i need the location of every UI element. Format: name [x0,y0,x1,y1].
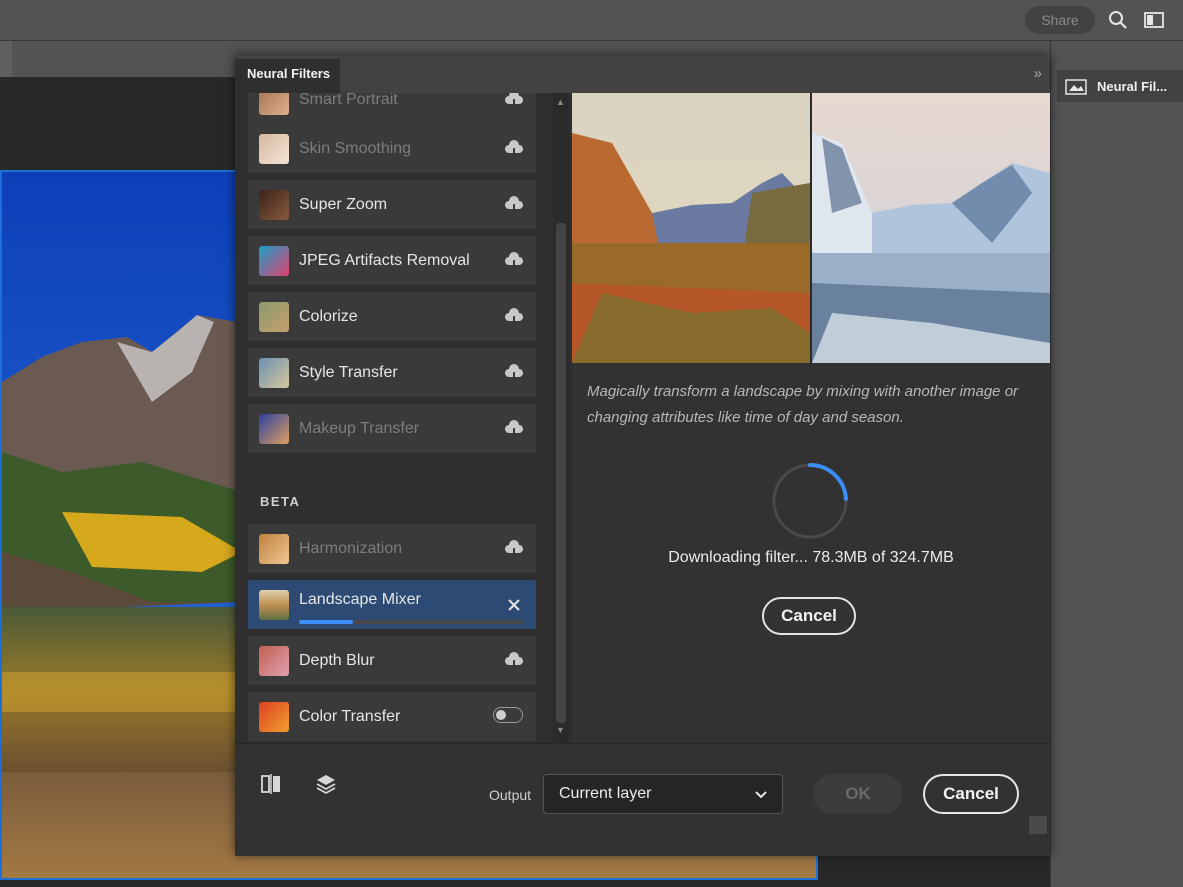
cloud-download-icon[interactable] [504,651,524,671]
loading-spinner-icon [772,463,848,539]
right-panel: Neural Fil... [1050,41,1183,887]
filter-item-color-transfer[interactable]: Color Transfer [248,692,536,741]
filter-item-super-zoom[interactable]: Super Zoom [248,180,536,229]
filter-name: Smart Portrait [299,93,398,108]
filter-name: Color Transfer [299,708,401,725]
makeup-transfer-thumbnail [259,414,289,444]
skin-smoothing-thumbnail [259,134,289,164]
toggle-knob [496,709,506,720]
dialog-header: Neural Filters » [235,55,1050,93]
cloud-download-icon[interactable] [504,93,524,110]
cloud-download-icon[interactable] [504,307,524,327]
harmonization-thumbnail [259,534,289,564]
dialog-footer: Output Current layer OK Cancel [235,743,1050,856]
cloud-download-icon[interactable] [504,539,524,559]
filter-preview-image [572,93,1050,363]
scrollbar-thumb[interactable] [556,223,566,723]
filter-item-style-transfer[interactable]: Style Transfer [248,348,536,397]
chevron-down-icon [755,791,767,799]
smart-portrait-thumbnail [259,93,289,115]
cloud-download-icon[interactable] [504,195,524,215]
filter-item-makeup-transfer[interactable]: Makeup Transfer [248,404,536,453]
neural-filters-panel-tab[interactable]: Neural Fil... [1057,70,1183,102]
filter-name: Style Transfer [299,364,398,381]
jpeg-artifacts-thumbnail [259,246,289,276]
resize-handle[interactable] [1029,816,1047,834]
scroll-down-arrow-icon[interactable]: ▼ [556,725,565,735]
search-icon[interactable] [1108,10,1128,30]
cloud-download-icon[interactable] [504,419,524,439]
app-top-bar: Share [0,0,1183,41]
output-select[interactable]: Current layer [543,774,783,814]
style-transfer-thumbnail [259,358,289,388]
share-button[interactable]: Share [1025,6,1095,34]
filter-item-depth-blur[interactable]: Depth Blur [248,636,536,685]
filter-description: Magically transform a landscape by mixin… [587,383,1019,426]
filter-list-scrollbar[interactable]: ▲ ▼ [553,93,569,743]
filter-name: Landscape Mixer [299,591,421,608]
filter-item-landscape-mixer[interactable]: Landscape Mixer [248,580,536,629]
filter-name: Super Zoom [299,196,388,213]
beta-section-label: BETA [260,494,301,509]
filter-item-harmonization[interactable]: Harmonization [248,524,536,573]
cloud-download-icon[interactable] [504,139,524,159]
cancel-download-button[interactable]: Cancel [762,597,856,635]
filter-item-colorize[interactable]: Colorize [248,292,536,341]
colorize-thumbnail [259,302,289,332]
color-transfer-thumbnail [259,702,289,732]
workspace-icon[interactable] [1144,10,1164,30]
layers-icon[interactable] [314,772,338,796]
close-icon[interactable] [504,595,524,615]
filter-name: JPEG Artifacts Removal [299,252,470,269]
scroll-up-arrow-icon[interactable]: ▲ [556,97,565,107]
download-status-text: Downloading filter... 78.3MB of 324.7MB [668,549,954,566]
filter-item-smart-portrait[interactable]: Smart Portrait [248,93,536,124]
filter-name: Depth Blur [299,652,375,669]
filter-name: Makeup Transfer [299,420,420,437]
filter-item-skin-smoothing[interactable]: Skin Smoothing [248,124,536,173]
neural-filters-dialog: Neural Filters » Smart Portrait Skin Smo… [235,55,1050,856]
depth-blur-thumbnail [259,646,289,676]
filter-name: Skin Smoothing [299,140,412,157]
super-zoom-thumbnail [259,190,289,220]
panel-tab-label: Neural Fil... [1097,78,1168,94]
cloud-download-icon[interactable] [504,251,524,271]
filter-item-jpeg-artifacts-removal[interactable]: JPEG Artifacts Removal [248,236,536,285]
show-original-icon[interactable] [259,772,283,796]
document-tab[interactable] [0,41,12,77]
cancel-button[interactable]: Cancel [923,774,1019,814]
collapse-double-chevron-icon[interactable]: » [1034,65,1042,82]
output-label: Output [489,787,532,803]
panel-folder-icon [1065,79,1087,95]
progress-fill [299,620,353,624]
landscape-mixer-thumbnail [259,590,289,620]
filter-list: Smart Portrait Skin Smoothing Super Zoom… [235,93,553,743]
output-select-value: Current layer [559,785,652,802]
color-transfer-toggle[interactable] [493,707,523,723]
dialog-title-tab[interactable]: Neural Filters [235,59,341,93]
filter-name: Harmonization [299,540,403,557]
filter-name: Colorize [299,308,358,325]
filter-detail-panel: Magically transform a landscape by mixin… [572,93,1050,743]
cloud-download-icon[interactable] [504,363,524,383]
ok-button[interactable]: OK [813,774,903,814]
filter-download-progress-bar [299,620,523,624]
landscape-mixer-preview [572,93,1050,363]
